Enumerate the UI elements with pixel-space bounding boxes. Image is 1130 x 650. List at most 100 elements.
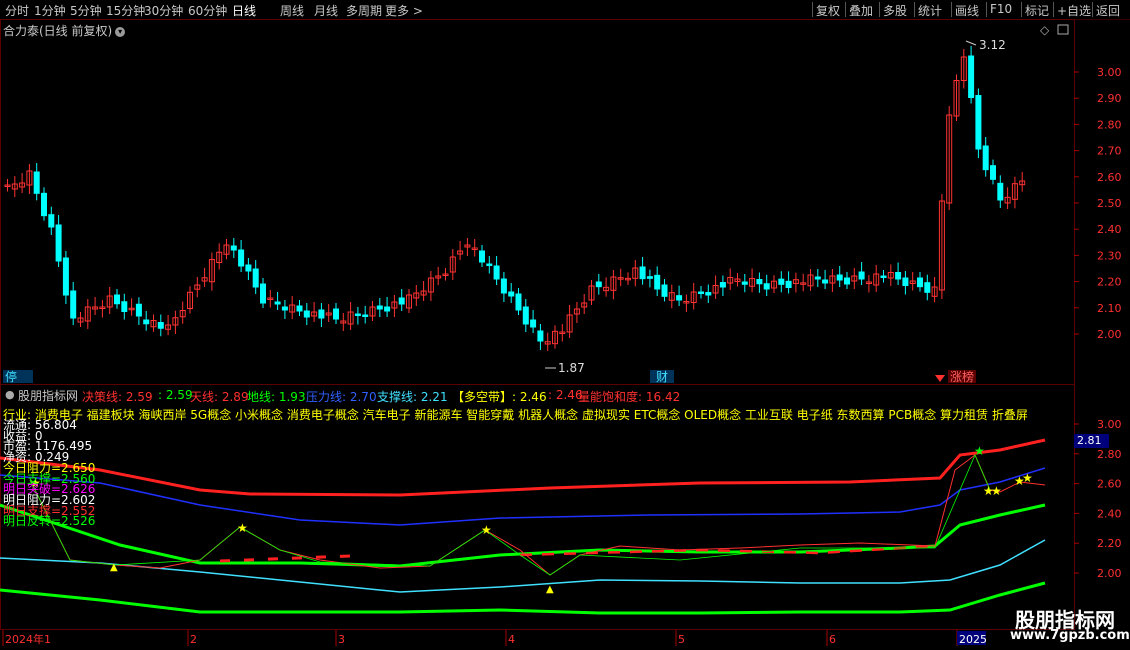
date-label: 5 <box>678 633 685 646</box>
candle-body[interactable] <box>260 283 266 304</box>
main-axis-ticks: 3.00 2.90 2.80 2.70 2.60 2.50 2.40 2.30 2.20 2.10… <box>1074 66 1122 341</box>
candle-body[interactable] <box>836 274 843 281</box>
candle-body[interactable] <box>895 272 902 280</box>
candle-body[interactable] <box>515 293 522 311</box>
candle-body[interactable] <box>741 281 748 285</box>
candle-body[interactable] <box>508 291 515 297</box>
candle-body[interactable] <box>595 281 602 288</box>
signal-star-icon: ★ <box>481 523 492 537</box>
candle-body[interactable] <box>362 314 369 317</box>
rank-marker[interactable]: 涨榜 <box>950 369 974 384</box>
candle-body[interactable] <box>55 224 62 262</box>
candle-body[interactable] <box>530 319 537 328</box>
candle-body[interactable] <box>48 214 55 228</box>
candle-body[interactable] <box>698 291 704 294</box>
candle-body[interactable] <box>990 165 996 180</box>
indicator-value-8: 量能饱和度: 16.42 <box>578 390 681 404</box>
sky-line <box>0 438 1046 497</box>
arrow-icon <box>935 375 945 382</box>
candle-body[interactable] <box>121 301 128 312</box>
axis-tick-label: 2.70 <box>1097 145 1122 158</box>
chevron-down-icon[interactable]: ▾ <box>115 26 126 37</box>
candle-body[interactable] <box>70 290 77 319</box>
candle-body[interactable] <box>858 271 865 280</box>
chart-canvas[interactable]: 3.00 2.90 2.80 2.70 2.60 2.50 2.40 2.30 2.20 2.10… <box>0 0 1130 650</box>
candle-body[interactable] <box>33 171 40 194</box>
candle-body[interactable] <box>975 95 982 150</box>
candle-body[interactable] <box>822 279 829 284</box>
candle-body[interactable] <box>135 303 142 317</box>
candle-body[interactable] <box>997 182 1004 201</box>
current-price-tag: 2.81 <box>1074 434 1109 448</box>
signal-triangle-icon: ▲ <box>546 584 554 595</box>
candle-body[interactable] <box>785 280 792 289</box>
candle-body[interactable] <box>639 266 646 280</box>
panel-gear-icon[interactable]: ● <box>5 388 15 401</box>
candle-body[interactable] <box>303 310 310 318</box>
candle-body[interactable] <box>661 284 668 297</box>
decision-line-red <box>219 554 351 563</box>
diamond-icon[interactable]: ◇ <box>1040 23 1050 37</box>
candle-body[interactable] <box>230 245 237 251</box>
candle-body[interactable] <box>917 277 923 288</box>
candle-body[interactable] <box>252 268 259 288</box>
candle-body[interactable] <box>384 306 391 312</box>
axis-tick-label: 2.80 <box>1097 448 1122 461</box>
candle-body[interactable] <box>238 249 245 267</box>
candle-body[interactable] <box>157 322 164 329</box>
candlesticks[interactable] <box>4 46 1026 351</box>
candle-body[interactable] <box>493 265 500 280</box>
candle-body[interactable] <box>62 257 69 296</box>
candle-body[interactable] <box>778 278 785 285</box>
candle-body[interactable] <box>654 274 661 290</box>
candle-body[interactable] <box>398 297 405 305</box>
candle-body[interactable] <box>522 306 529 325</box>
candle-body[interactable] <box>763 283 770 290</box>
candle-body[interactable] <box>486 263 493 266</box>
axis-tick-label: 2.50 <box>1097 197 1122 210</box>
candle-body[interactable] <box>41 192 47 217</box>
industry-line: 行业: 消费电子 福建板块 海峡西岸 5G概念 小米概念 消费电子概念 汽车电子… <box>3 408 1028 422</box>
candle-body[interactable] <box>844 277 850 285</box>
axis-tick-label: 2.00 <box>1097 328 1122 341</box>
candle-body[interactable] <box>354 313 361 316</box>
candle-body[interactable] <box>719 282 726 288</box>
candle-body[interactable] <box>318 309 325 319</box>
candle-body[interactable] <box>880 275 887 278</box>
candle-body[interactable] <box>376 305 383 310</box>
candle-body[interactable] <box>982 145 989 171</box>
candle-body[interactable] <box>968 55 975 98</box>
candle-body[interactable] <box>114 294 120 305</box>
window-icon[interactable] <box>1057 24 1069 35</box>
axis-tick-label: 2.60 <box>1097 171 1122 184</box>
indicator-value-6: 【多空带】: 2.46 <box>452 390 547 404</box>
ground-line <box>0 581 1046 615</box>
suspend-marker[interactable]: 停 <box>5 369 17 384</box>
candle-body[interactable] <box>143 319 150 325</box>
candle-body[interactable] <box>756 279 763 285</box>
candle-body[interactable] <box>479 250 485 263</box>
pressure-line <box>0 467 1046 526</box>
candle-body[interactable] <box>500 278 507 294</box>
indicator-panel-title[interactable]: 股朋指标网 <box>18 387 78 404</box>
axis-tick-label: 2.80 <box>1097 118 1122 131</box>
axis-tick-label: 2.00 <box>1097 567 1122 580</box>
finance-marker[interactable]: 财 <box>656 370 668 384</box>
watermark-url: www.7gpzb.com <box>1010 628 1130 643</box>
candle-body[interactable] <box>676 295 683 301</box>
candle-body[interactable] <box>814 276 821 280</box>
candle-body[interactable] <box>333 308 339 320</box>
candle-body[interactable] <box>296 305 303 312</box>
candle-body[interactable] <box>646 276 653 279</box>
candle-body[interactable] <box>902 277 909 286</box>
axis-tick-label: 2.90 <box>1097 92 1122 105</box>
stock-title[interactable]: 合力泰(日线 前复权) ▾ <box>3 22 126 39</box>
main-panel-frame <box>0 19 1075 385</box>
candle-body[interactable] <box>281 306 288 311</box>
candle-body[interactable] <box>924 282 931 293</box>
candle-body[interactable] <box>274 301 281 305</box>
candle-body[interactable] <box>245 264 252 272</box>
date-label: 4 <box>508 633 515 646</box>
candle-body[interactable] <box>537 330 544 342</box>
candle-body[interactable] <box>705 292 712 296</box>
